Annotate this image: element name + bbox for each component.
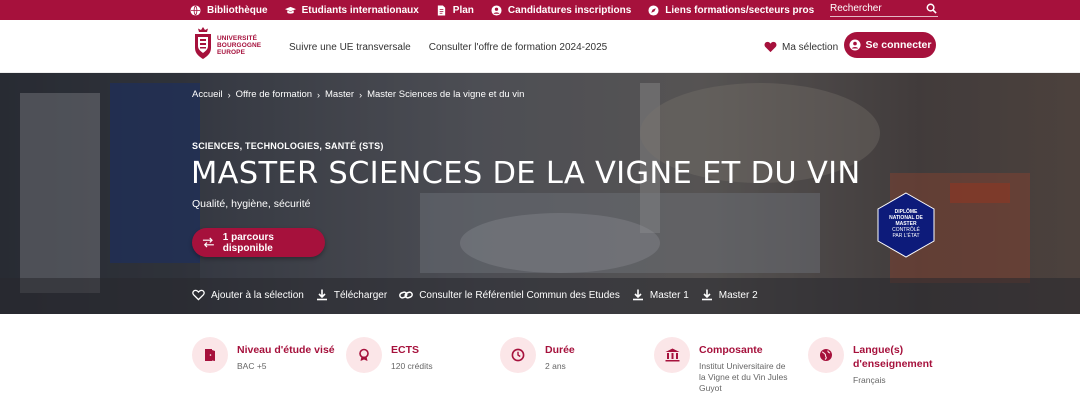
parcours-button[interactable]: 1 parcours disponible <box>192 228 325 257</box>
card-icon-circle <box>500 337 536 373</box>
action-label: Master 2 <box>718 289 758 301</box>
diploma-badge: DIPLÔME NATIONAL DE MASTER CONTRÔLÉ PAR … <box>877 192 935 258</box>
login-label: Se connecter <box>865 39 932 51</box>
logo-line: UNIVERSITÉ <box>217 34 258 42</box>
breadcrumb-separator-icon: › <box>227 89 231 100</box>
utility-link-label: Candidatures inscriptions <box>507 4 632 16</box>
download-icon <box>632 289 643 301</box>
info-card-niveau: Niveau d'étude visé BAC +5 <box>192 337 346 394</box>
utility-link-label: Liens formations/secteurs pros <box>665 4 815 16</box>
info-card-duree: Durée 2 ans <box>500 337 654 394</box>
domain-label: SCIENCES, TECHNOLOGIES, SANTÉ (STS) <box>192 141 384 151</box>
info-cards: Niveau d'étude visé BAC +5 ECTS 120 créd… <box>192 337 962 394</box>
action-label: Ajouter à la sélection <box>211 289 304 301</box>
logo-text: UNIVERSITÉ BOURGOGNE EUROPE <box>217 35 261 56</box>
user-circle-icon <box>849 39 861 51</box>
my-selection-label: Ma sélection <box>782 41 839 53</box>
globe-icon <box>190 4 201 16</box>
building-icon <box>665 348 679 362</box>
card-value: 120 crédits <box>391 361 433 371</box>
breadcrumb-item[interactable]: Accueil <box>192 89 223 100</box>
card-label: Durée <box>545 344 575 356</box>
compass-icon <box>648 4 659 16</box>
action-label: Consulter le Référentiel Commun des Etud… <box>419 289 620 301</box>
utility-link-plan[interactable]: Plan <box>436 5 474 16</box>
heart-icon <box>764 41 777 53</box>
card-label: ECTS <box>391 344 420 356</box>
heart-outline-icon <box>192 289 205 301</box>
nav-ue-transversale[interactable]: Suivre une UE transversale <box>289 42 411 53</box>
breadcrumb-separator-icon: › <box>317 89 321 100</box>
clock-icon <box>511 348 525 362</box>
referentiel-link[interactable]: Consulter le Référentiel Commun des Etud… <box>399 289 620 301</box>
card-icon-circle <box>654 337 690 373</box>
main-header: UNIVERSITÉ BOURGOGNE EUROPE Suivre une U… <box>0 20 1080 73</box>
breadcrumb: Accueil › Offre de formation › Master › … <box>192 89 524 100</box>
parcours-label: 1 parcours disponible <box>222 231 274 254</box>
page-title: MASTER SCIENCES DE LA VIGNE ET DU VIN <box>191 156 861 191</box>
card-value: 2 ans <box>545 361 566 371</box>
utility-links: Bibliothèque Etudiants internationaux Pl… <box>190 5 831 16</box>
badge-line: PAR L'ÉTAT <box>892 233 920 239</box>
login-button[interactable]: Se connecter <box>844 32 936 58</box>
page-subtitle: Qualité, hygiène, sécurité <box>192 198 311 210</box>
utility-link-label: Etudiants internationaux <box>301 4 419 16</box>
breadcrumb-separator-icon: › <box>359 89 363 100</box>
card-label: Composante <box>699 344 763 356</box>
master-1-download[interactable]: Master 1 <box>632 289 689 301</box>
utility-link-international[interactable]: Etudiants internationaux <box>284 4 419 16</box>
add-to-selection-button[interactable]: Ajouter à la sélection <box>192 289 304 301</box>
breadcrumb-current: Master Sciences de la vigne et du vin <box>367 89 525 100</box>
globe-icon <box>820 349 832 361</box>
search-icon[interactable] <box>926 3 937 14</box>
my-selection-link[interactable]: Ma sélection <box>764 41 838 53</box>
link-icon <box>399 291 414 299</box>
download-icon <box>701 289 712 301</box>
card-value: Institut Universitaire de la Vigne et du… <box>699 361 788 393</box>
utility-link-bibliotheque[interactable]: Bibliothèque <box>190 5 268 16</box>
action-label: Télécharger <box>333 289 388 301</box>
swap-arrows-icon <box>202 237 214 248</box>
card-label: Niveau d'étude visé <box>237 344 335 356</box>
download-button[interactable]: Télécharger <box>316 289 387 301</box>
graduation-cap-icon <box>284 6 296 14</box>
breadcrumb-item[interactable]: Offre de formation <box>236 89 312 100</box>
university-logo[interactable]: UNIVERSITÉ BOURGOGNE EUROPE <box>192 25 261 65</box>
search-box <box>830 1 938 17</box>
action-label: Master 1 <box>649 289 689 301</box>
door-icon <box>205 349 215 361</box>
hero-banner: Accueil › Offre de formation › Master › … <box>0 73 1080 314</box>
hero-actions: Ajouter à la sélection Télécharger Consu… <box>192 289 770 301</box>
main-nav: Suivre une UE transversale Consulter l'o… <box>289 42 607 53</box>
nav-offre-formation[interactable]: Consulter l'offre de formation 2024-2025 <box>429 42 608 53</box>
top-utility-bar: Bibliothèque Etudiants internationaux Pl… <box>0 0 1080 20</box>
user-circle-icon <box>491 4 502 16</box>
card-value: BAC +5 <box>237 361 267 371</box>
breadcrumb-item[interactable]: Master <box>325 89 354 100</box>
card-icon-circle <box>808 337 844 373</box>
logo-line: BOURGOGNE <box>217 41 262 49</box>
utility-link-candidatures[interactable]: Candidatures inscriptions <box>491 5 631 16</box>
utility-link-label: Plan <box>452 4 474 16</box>
utility-link-label: Bibliothèque <box>207 4 268 16</box>
utility-link-liens[interactable]: Liens formations/secteurs pros <box>648 5 814 16</box>
info-card-composante: Composante Institut Universitaire de la … <box>654 337 808 394</box>
search-input[interactable] <box>830 3 920 14</box>
info-card-ects: ECTS 120 crédits <box>346 337 500 394</box>
badge-text: DIPLÔME NATIONAL DE MASTER CONTRÔLÉ PAR … <box>877 209 935 239</box>
medal-icon <box>359 348 369 361</box>
card-value: Français <box>853 375 886 385</box>
info-card-langue: Langue(s) d'enseignement Français <box>808 337 962 394</box>
master-2-download[interactable]: Master 2 <box>701 289 758 301</box>
card-icon-circle <box>192 337 228 373</box>
university-crest-icon <box>195 27 211 59</box>
document-icon <box>437 4 445 16</box>
download-icon <box>316 289 327 301</box>
card-label: Langue(s) d'enseignement <box>853 344 933 370</box>
logo-line: EUROPE <box>217 48 246 56</box>
card-icon-circle <box>346 337 382 373</box>
